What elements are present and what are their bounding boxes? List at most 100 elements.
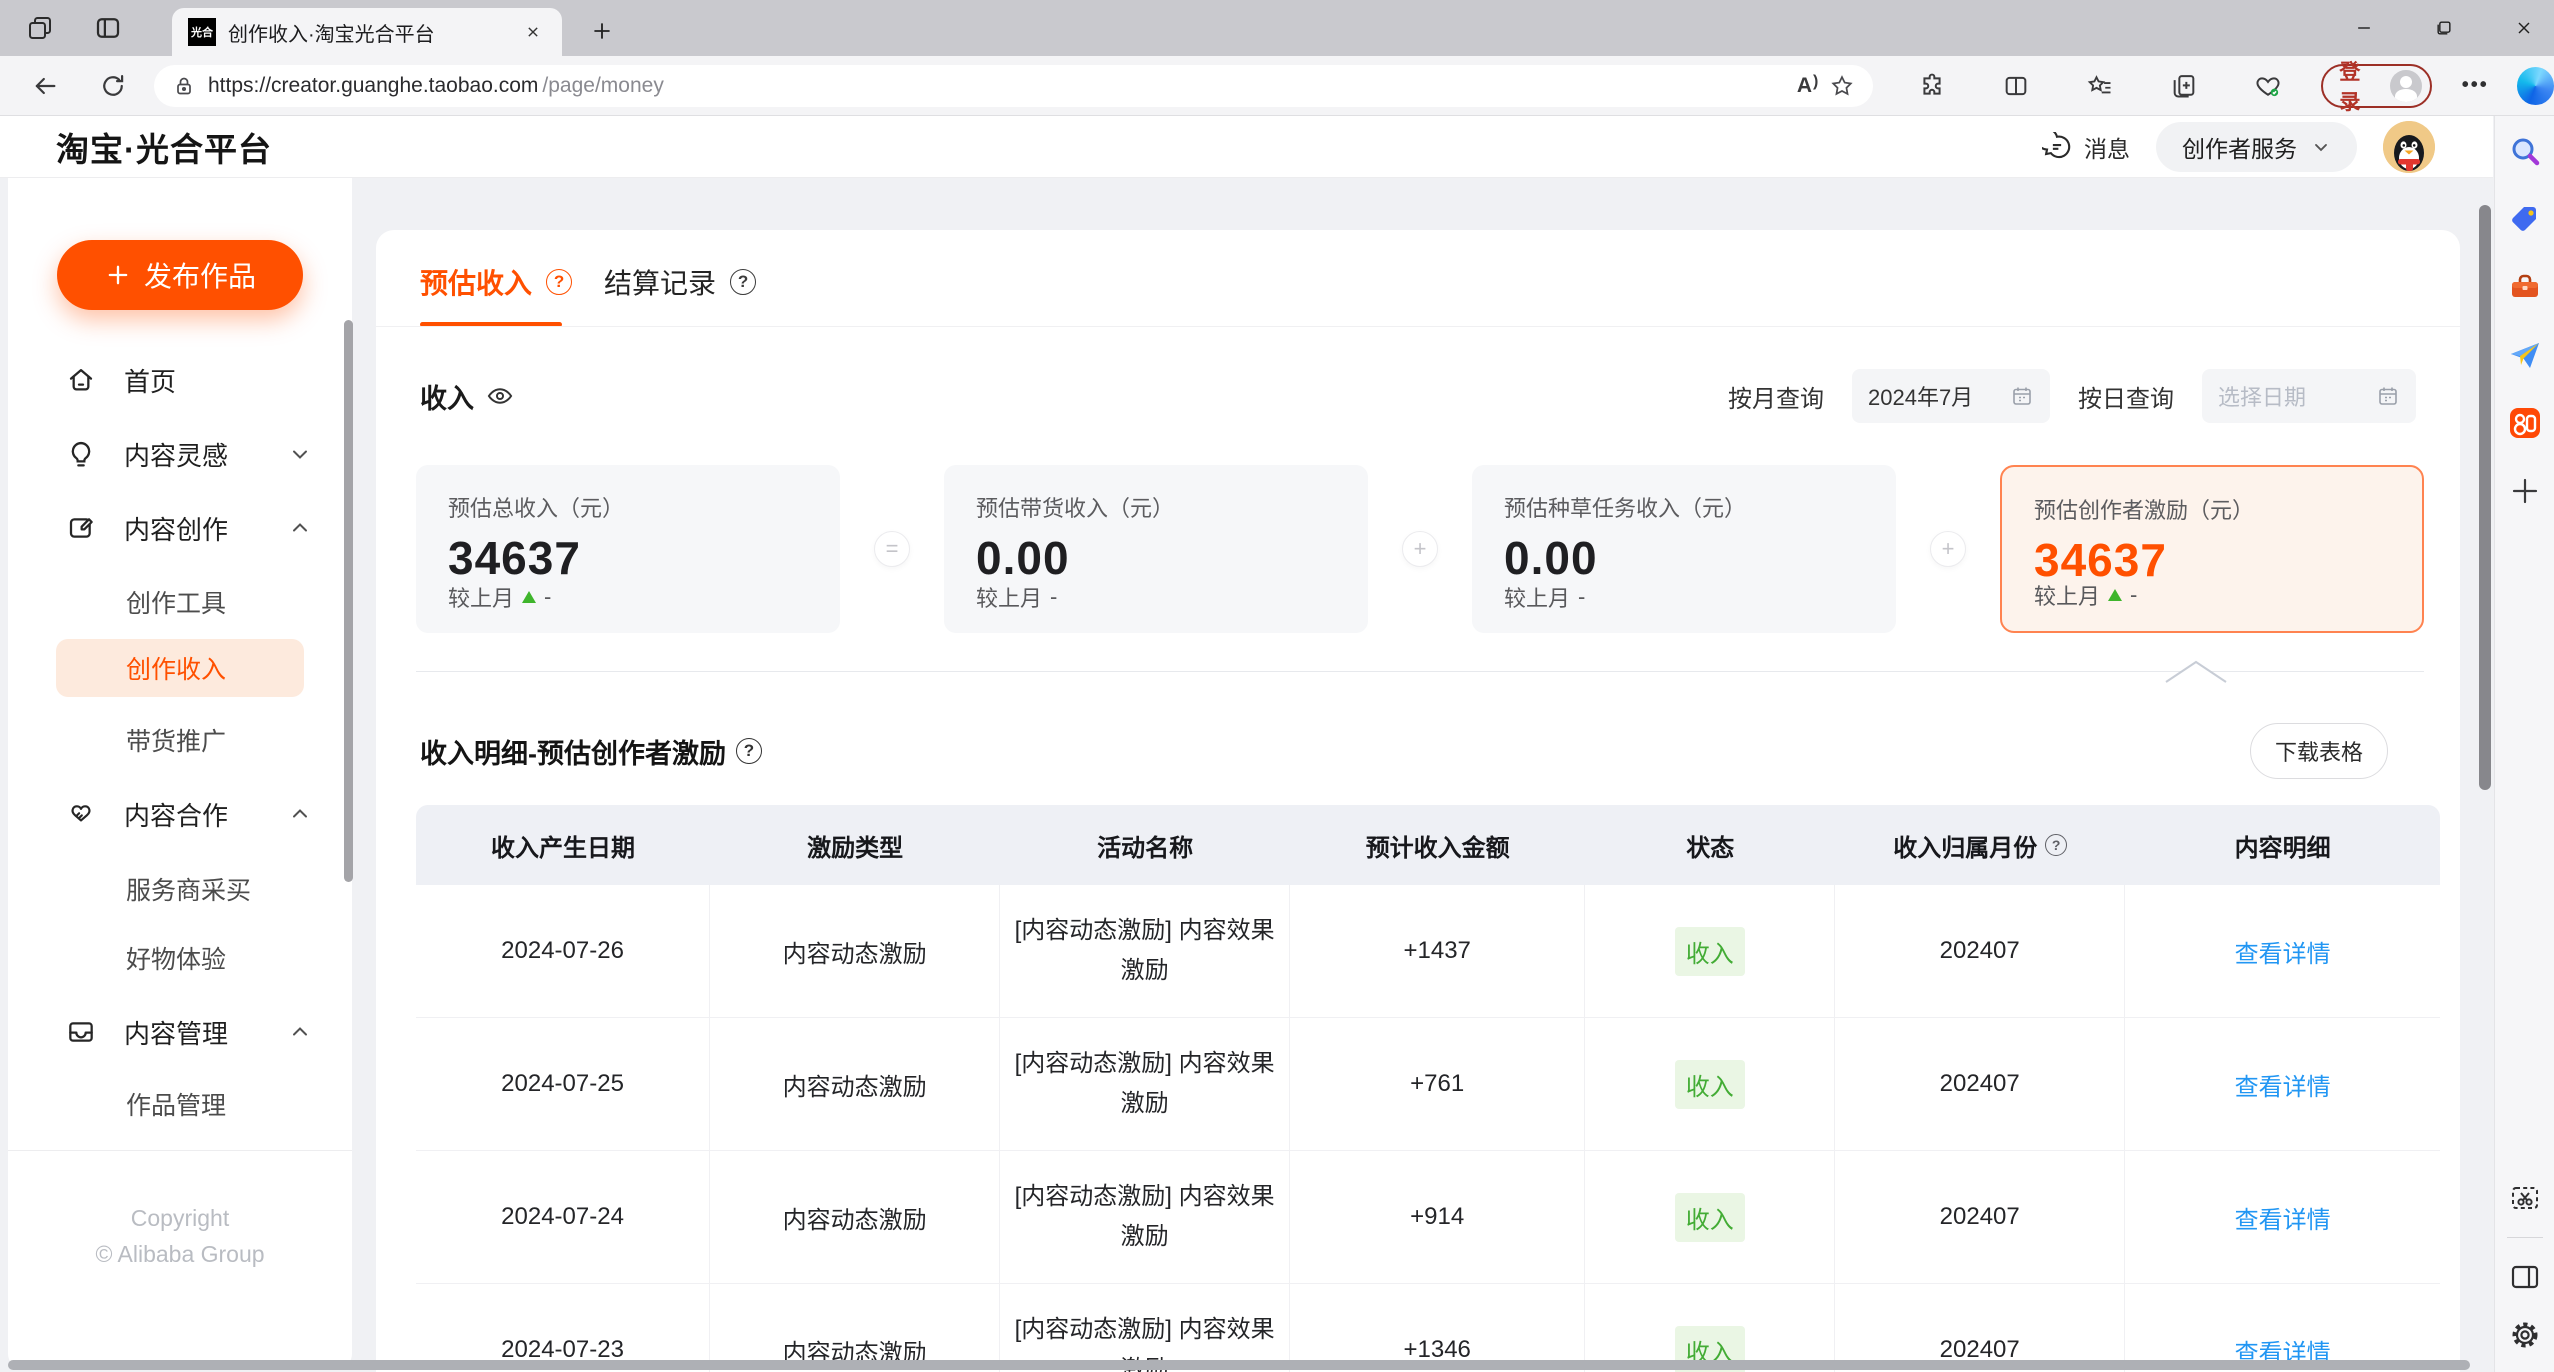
restore-icon[interactable] <box>2424 8 2464 48</box>
cell-date: 2024-07-26 <box>416 885 711 1017</box>
col-header-type: 激励类型 <box>807 834 904 862</box>
stat-cards-row: 预估总收入（元） 34637 较上月 - = 预估带货收入（元） 0.00 较上月… <box>416 465 2424 633</box>
sidebar-item-label: 带货推广 <box>126 728 227 756</box>
compare-delta: - <box>2130 582 2138 607</box>
card-sales-income[interactable]: 预估带货收入（元） 0.00 较上月 - <box>944 465 1368 633</box>
tab-close-icon[interactable] <box>520 19 546 45</box>
sidebar-tools-icon[interactable] <box>2506 268 2544 306</box>
trend-up-icon <box>522 591 537 603</box>
screen: 光合 创作收入·淘宝光合平台 https://creator.guanghe.t… <box>0 0 2554 1372</box>
sidebar-scrollbar[interactable] <box>344 320 353 882</box>
new-tab-icon[interactable] <box>585 14 619 48</box>
col-header-status: 状态 <box>1686 834 1735 862</box>
download-table-button[interactable]: 下载表格 <box>2250 723 2388 779</box>
compare-delta: - <box>1050 584 1058 609</box>
close-window-icon[interactable] <box>2504 8 2544 48</box>
read-aloud-icon[interactable]: A <box>1797 74 1818 98</box>
page-horizontal-scrollbar[interactable] <box>8 1360 2470 1370</box>
tab-favicon: 光合 <box>188 18 216 46</box>
workspaces-icon[interactable] <box>22 10 58 46</box>
income-section-label: 收入 <box>420 377 514 416</box>
view-detail-link[interactable]: 查看详情 <box>2235 934 2331 969</box>
view-detail-link[interactable]: 查看详情 <box>2235 1200 2331 1235</box>
sidebar-item-home[interactable]: 首页 <box>8 352 352 408</box>
sidebar-item-service-purchase[interactable]: 服务商采买 <box>8 863 352 915</box>
login-button[interactable]: 登录 <box>2321 61 2432 114</box>
card-total-income[interactable]: 预估总收入（元） 34637 较上月 - <box>416 465 840 633</box>
tab-actions-icon[interactable] <box>90 10 126 46</box>
page-vertical-scrollbar[interactable] <box>2479 205 2491 790</box>
back-icon[interactable] <box>26 67 64 105</box>
help-icon[interactable] <box>730 269 757 295</box>
settings-gear-icon[interactable] <box>2506 1316 2544 1354</box>
browser-essentials-icon[interactable] <box>2249 67 2287 105</box>
cell-activity: [内容动态激励] 内容效果激励 <box>1000 1151 1291 1283</box>
sidebar-search-icon[interactable] <box>2506 132 2544 170</box>
browser-tab[interactable]: 光合 创作收入·淘宝光合平台 <box>172 8 562 56</box>
card-label: 预估带货收入（元） <box>976 496 1175 521</box>
lock-icon <box>177 77 191 94</box>
help-icon[interactable] <box>736 738 762 764</box>
sidebar-item-creation[interactable]: 内容创作 <box>8 500 352 556</box>
view-detail-link[interactable]: 查看详情 <box>2235 1067 2331 1102</box>
sidebar-send-icon[interactable] <box>2506 336 2544 374</box>
date-picker-input[interactable]: 选择日期 <box>2202 369 2416 423</box>
card-creator-incentive[interactable]: 预估创作者激励（元） 34637 较上月 - <box>2000 465 2424 633</box>
income-table: 收入产生日期 激励类型 活动名称 预计收入金额 状态 收入归属月份 内容明细 2… <box>416 805 2440 1372</box>
window-controls <box>2344 0 2544 56</box>
minimize-icon[interactable] <box>2344 8 2384 48</box>
publish-button[interactable]: 发布作品 <box>57 240 303 310</box>
messages-button[interactable]: 消息 <box>2042 130 2130 164</box>
cell-type: 内容动态激励 <box>710 1284 1001 1372</box>
plus-operator: + <box>1930 531 1966 567</box>
sidebar-item-creation-tools[interactable]: 创作工具 <box>8 576 352 628</box>
address-bar[interactable]: https://creator.guanghe.taobao.com/page/… <box>154 64 1874 107</box>
copilot-icon[interactable] <box>2516 66 2554 105</box>
activity-text: [内容动态激励] 内容效果激励 <box>1014 917 1275 984</box>
site-header: 淘宝·光合平台 消息 创作者服务 <box>0 116 2493 178</box>
sidebar-item-inspiration[interactable]: 内容灵感 <box>8 426 352 482</box>
sidebar-item-management[interactable]: 内容管理 <box>8 1004 352 1060</box>
card-seeding-task-income[interactable]: 预估种草任务收入（元） 0.00 较上月 - <box>1472 465 1896 633</box>
favorite-star-icon[interactable] <box>1829 73 1855 99</box>
eye-icon[interactable] <box>486 382 514 410</box>
compare-delta: - <box>1578 584 1586 609</box>
settings-more-icon[interactable]: ••• <box>2462 74 2489 97</box>
browser-toolbar: https://creator.guanghe.taobao.com/page/… <box>0 56 2554 116</box>
sidebar-add-icon[interactable] <box>2506 472 2544 510</box>
sidebar-item-label: 作品管理 <box>126 1092 227 1120</box>
sidebar-panel-icon[interactable] <box>2506 1258 2544 1296</box>
income-label: 收入 <box>420 383 474 414</box>
web-capture-icon[interactable] <box>2506 1179 2544 1217</box>
help-icon[interactable] <box>546 269 573 295</box>
sidebar-item-cooperation[interactable]: 内容合作 <box>8 786 352 842</box>
profile-avatar-icon <box>2390 69 2422 102</box>
sidebar-item-label: 创作收入 <box>126 656 227 684</box>
refresh-icon[interactable] <box>94 67 132 105</box>
tab-settlement-records[interactable]: 结算记录 <box>604 262 757 302</box>
cell-date: 2024-07-23 <box>416 1284 711 1372</box>
help-icon[interactable] <box>2045 834 2068 856</box>
split-screen-icon[interactable] <box>1997 67 2035 105</box>
site-logo[interactable]: 淘宝·光合平台 <box>56 123 272 171</box>
sidebar-item-creation-income[interactable]: 创作收入 <box>56 639 304 697</box>
collections-icon[interactable] <box>2165 67 2203 105</box>
sidebar-kuaishou-icon[interactable] <box>2506 404 2544 442</box>
sidebar-shopping-icon[interactable] <box>2506 200 2544 238</box>
sidebar-item-label: 内容创作 <box>124 514 229 545</box>
sidebar-item-label: 首页 <box>124 366 177 397</box>
table-row: 2024-07-25 内容动态激励 [内容动态激励] 内容效果激励 +761 收… <box>416 1018 2440 1151</box>
browser-tab-strip: 光合 创作收入·淘宝光合平台 <box>0 0 2554 56</box>
sidebar-item-promotion[interactable]: 带货推广 <box>8 714 352 766</box>
sidebar-item-works-management[interactable]: 作品管理 <box>8 1078 352 1130</box>
sidebar-item-product-trial[interactable]: 好物体验 <box>8 932 352 984</box>
user-avatar[interactable] <box>2383 120 2435 173</box>
creator-service-menu[interactable]: 创作者服务 <box>2156 121 2357 172</box>
favorites-hub-icon[interactable] <box>2081 67 2119 105</box>
extensions-icon[interactable] <box>1913 67 1951 105</box>
caret-up-indicator <box>2164 659 2228 688</box>
sidebar-divider <box>8 1150 352 1151</box>
chevron-down-icon <box>2315 143 2327 151</box>
tab-estimated-income[interactable]: 预估收入 <box>420 262 573 302</box>
month-picker-input[interactable]: 2024年7月 <box>1852 369 2050 423</box>
